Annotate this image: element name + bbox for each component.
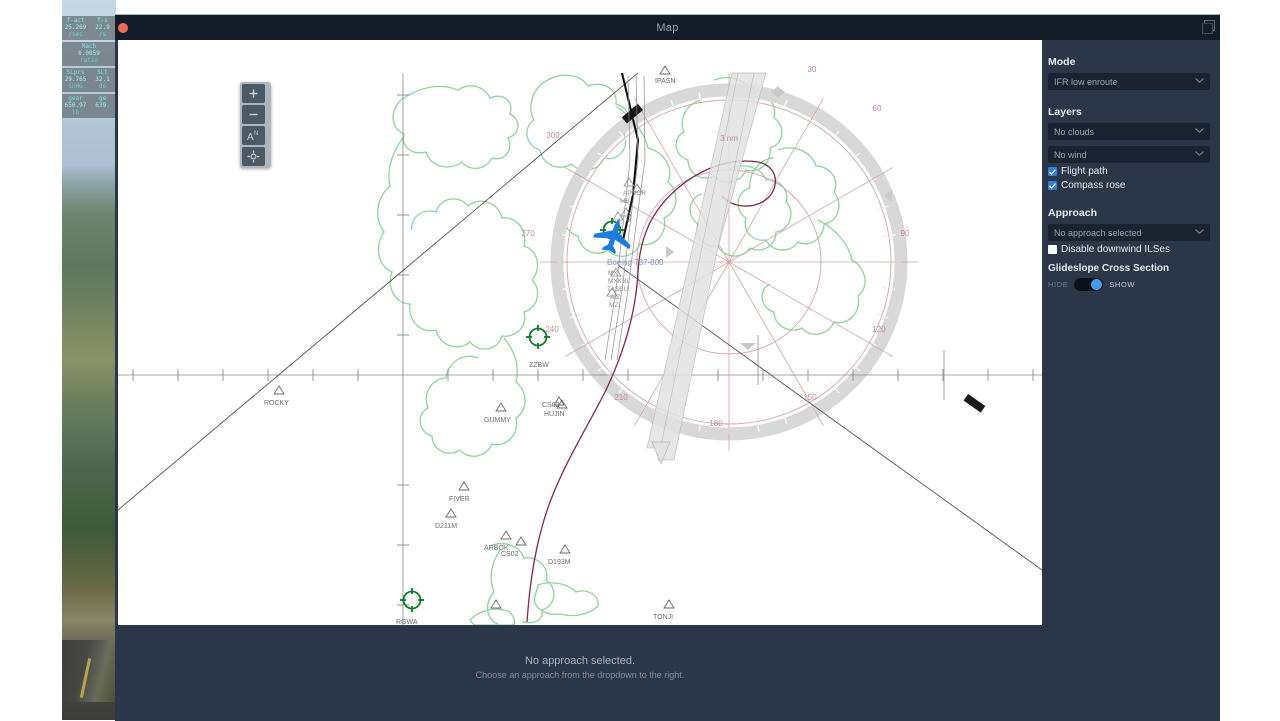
zoom-out-button[interactable] — [242, 105, 265, 124]
disable-ilses-checkbox-row[interactable]: Disable downwind ILSes — [1048, 244, 1220, 255]
compass-rose-checkbox[interactable] — [1048, 181, 1057, 190]
settings-sidebar: Mode IFR low enroute Layers No clouds No… — [1042, 40, 1220, 721]
compass-rose-checkbox-row[interactable]: Compass rose — [1048, 180, 1220, 191]
wind-select[interactable]: No wind — [1048, 146, 1210, 163]
svg-text:90: 90 — [901, 229, 910, 238]
svg-text:210: 210 — [614, 393, 628, 402]
svg-text:180: 180 — [709, 419, 723, 428]
approach-select[interactable]: No approach selected — [1048, 224, 1210, 241]
svg-text:30: 30 — [808, 65, 817, 74]
svg-text:MZ: MZ — [609, 302, 618, 309]
mode-select-value: IFR low enroute — [1054, 76, 1118, 87]
svg-text:MXKBL: MXKBL — [608, 278, 630, 285]
mode-heading: Mode — [1048, 56, 1076, 68]
svg-text:150: 150 — [803, 393, 817, 402]
toggle-hide-label: HIDE — [1048, 280, 1069, 289]
svg-text:300: 300 — [546, 131, 560, 140]
svg-text:240: 240 — [545, 325, 559, 334]
glideslope-toggle-row[interactable]: HIDE SHOW — [1048, 278, 1220, 291]
wp-label-fiver: FIVER — [449, 496, 470, 503]
disable-ilses-checkbox[interactable] — [1048, 245, 1057, 254]
approach-status-primary: No approach selected. — [524, 655, 636, 667]
glideslope-heading: Glideslope Cross Section — [1048, 263, 1170, 274]
svg-text:IZ: IZ — [626, 217, 632, 224]
svg-text:60: 60 — [873, 104, 882, 113]
check-icon — [1049, 168, 1056, 175]
wp-label-d193m: D193M — [548, 559, 571, 566]
clouds-select[interactable]: No clouds — [1048, 123, 1210, 140]
svg-text:A: A — [247, 132, 254, 142]
window-title: Map — [656, 21, 679, 34]
wp-label-gummy: GUMMY — [484, 417, 511, 424]
check-icon — [1049, 182, 1056, 189]
svg-text:APNOR: APNOR — [623, 190, 646, 197]
approach-status-secondary: Choose an approach from the dropdown to … — [475, 670, 685, 680]
mode-select[interactable]: IFR low enroute — [1048, 73, 1210, 90]
svg-text:AIZ: AIZ — [610, 294, 620, 301]
wp-label-rgwa: RGWA — [396, 619, 418, 625]
wp-label-cs02b: CS02 — [542, 402, 560, 409]
wp-label-hujin: HUJIN — [544, 411, 565, 418]
range-ring-label: 3 nm — [720, 134, 738, 143]
chevron-down-icon — [1195, 229, 1204, 234]
aircraft-label: Boeing 737-800 — [607, 258, 664, 267]
svg-text:N: N — [254, 131, 258, 137]
wp-label-rocky: ROCKY — [264, 400, 289, 407]
flight-path-checkbox-row[interactable]: Flight path — [1048, 166, 1220, 177]
north-up-icon[interactable]: A N — [242, 126, 265, 145]
map-canvas[interactable]: IPASN ZZBW CS02 HUJIN GUMMY FIVER D211M … — [118, 40, 1042, 625]
clouds-select-value: No clouds — [1054, 126, 1095, 137]
map-window: Map IPASN ZZBW CS02 HUJIN GUMMY FIVER D2… — [115, 14, 1220, 721]
svg-text:MB: MB — [620, 198, 630, 205]
disable-ilses-label: Disable downwind ILSes — [1061, 244, 1170, 255]
wp-label-tonji: TONJI — [653, 614, 673, 621]
approach-heading: Approach — [1048, 207, 1098, 219]
toggle-knob — [1091, 279, 1103, 290]
close-button[interactable] — [118, 22, 128, 33]
restore-window-icon[interactable] — [1202, 20, 1216, 34]
chevron-down-icon — [1195, 78, 1204, 83]
approach-select-value: No approach selected — [1054, 227, 1142, 238]
simulator-road — [62, 640, 116, 702]
flight-path-checkbox[interactable] — [1048, 167, 1057, 176]
flight-path-label: Flight path — [1061, 166, 1108, 177]
center-aircraft-icon[interactable] — [242, 147, 265, 166]
toggle-show-label: SHOW — [1109, 280, 1136, 289]
approach-status-message: No approach selected. Choose an approach… — [118, 655, 1042, 680]
simulator-background — [62, 0, 116, 720]
chevron-down-icon — [1195, 151, 1204, 156]
svg-text:270: 270 — [521, 229, 535, 238]
wp-label-zzbw: ZZBW — [529, 362, 549, 369]
layers-heading: Layers — [1048, 106, 1082, 118]
window-titlebar: Map — [115, 15, 1220, 40]
wp-label-cs02: CS02 — [501, 551, 519, 558]
wp-label-ipasn: IPASN — [655, 78, 676, 85]
wind-select-value: No wind — [1054, 149, 1087, 160]
svg-text:120: 120 — [872, 325, 886, 334]
wp-label-d211m: D211M — [435, 523, 457, 530]
compass-rose-label: Compass rose — [1061, 180, 1126, 191]
svg-text:TASBU: TASBU — [607, 286, 628, 293]
glideslope-toggle[interactable] — [1074, 278, 1104, 291]
map-toolbar[interactable]: A N — [240, 82, 271, 168]
chevron-down-icon — [1195, 128, 1204, 133]
zoom-in-button[interactable] — [242, 84, 265, 103]
